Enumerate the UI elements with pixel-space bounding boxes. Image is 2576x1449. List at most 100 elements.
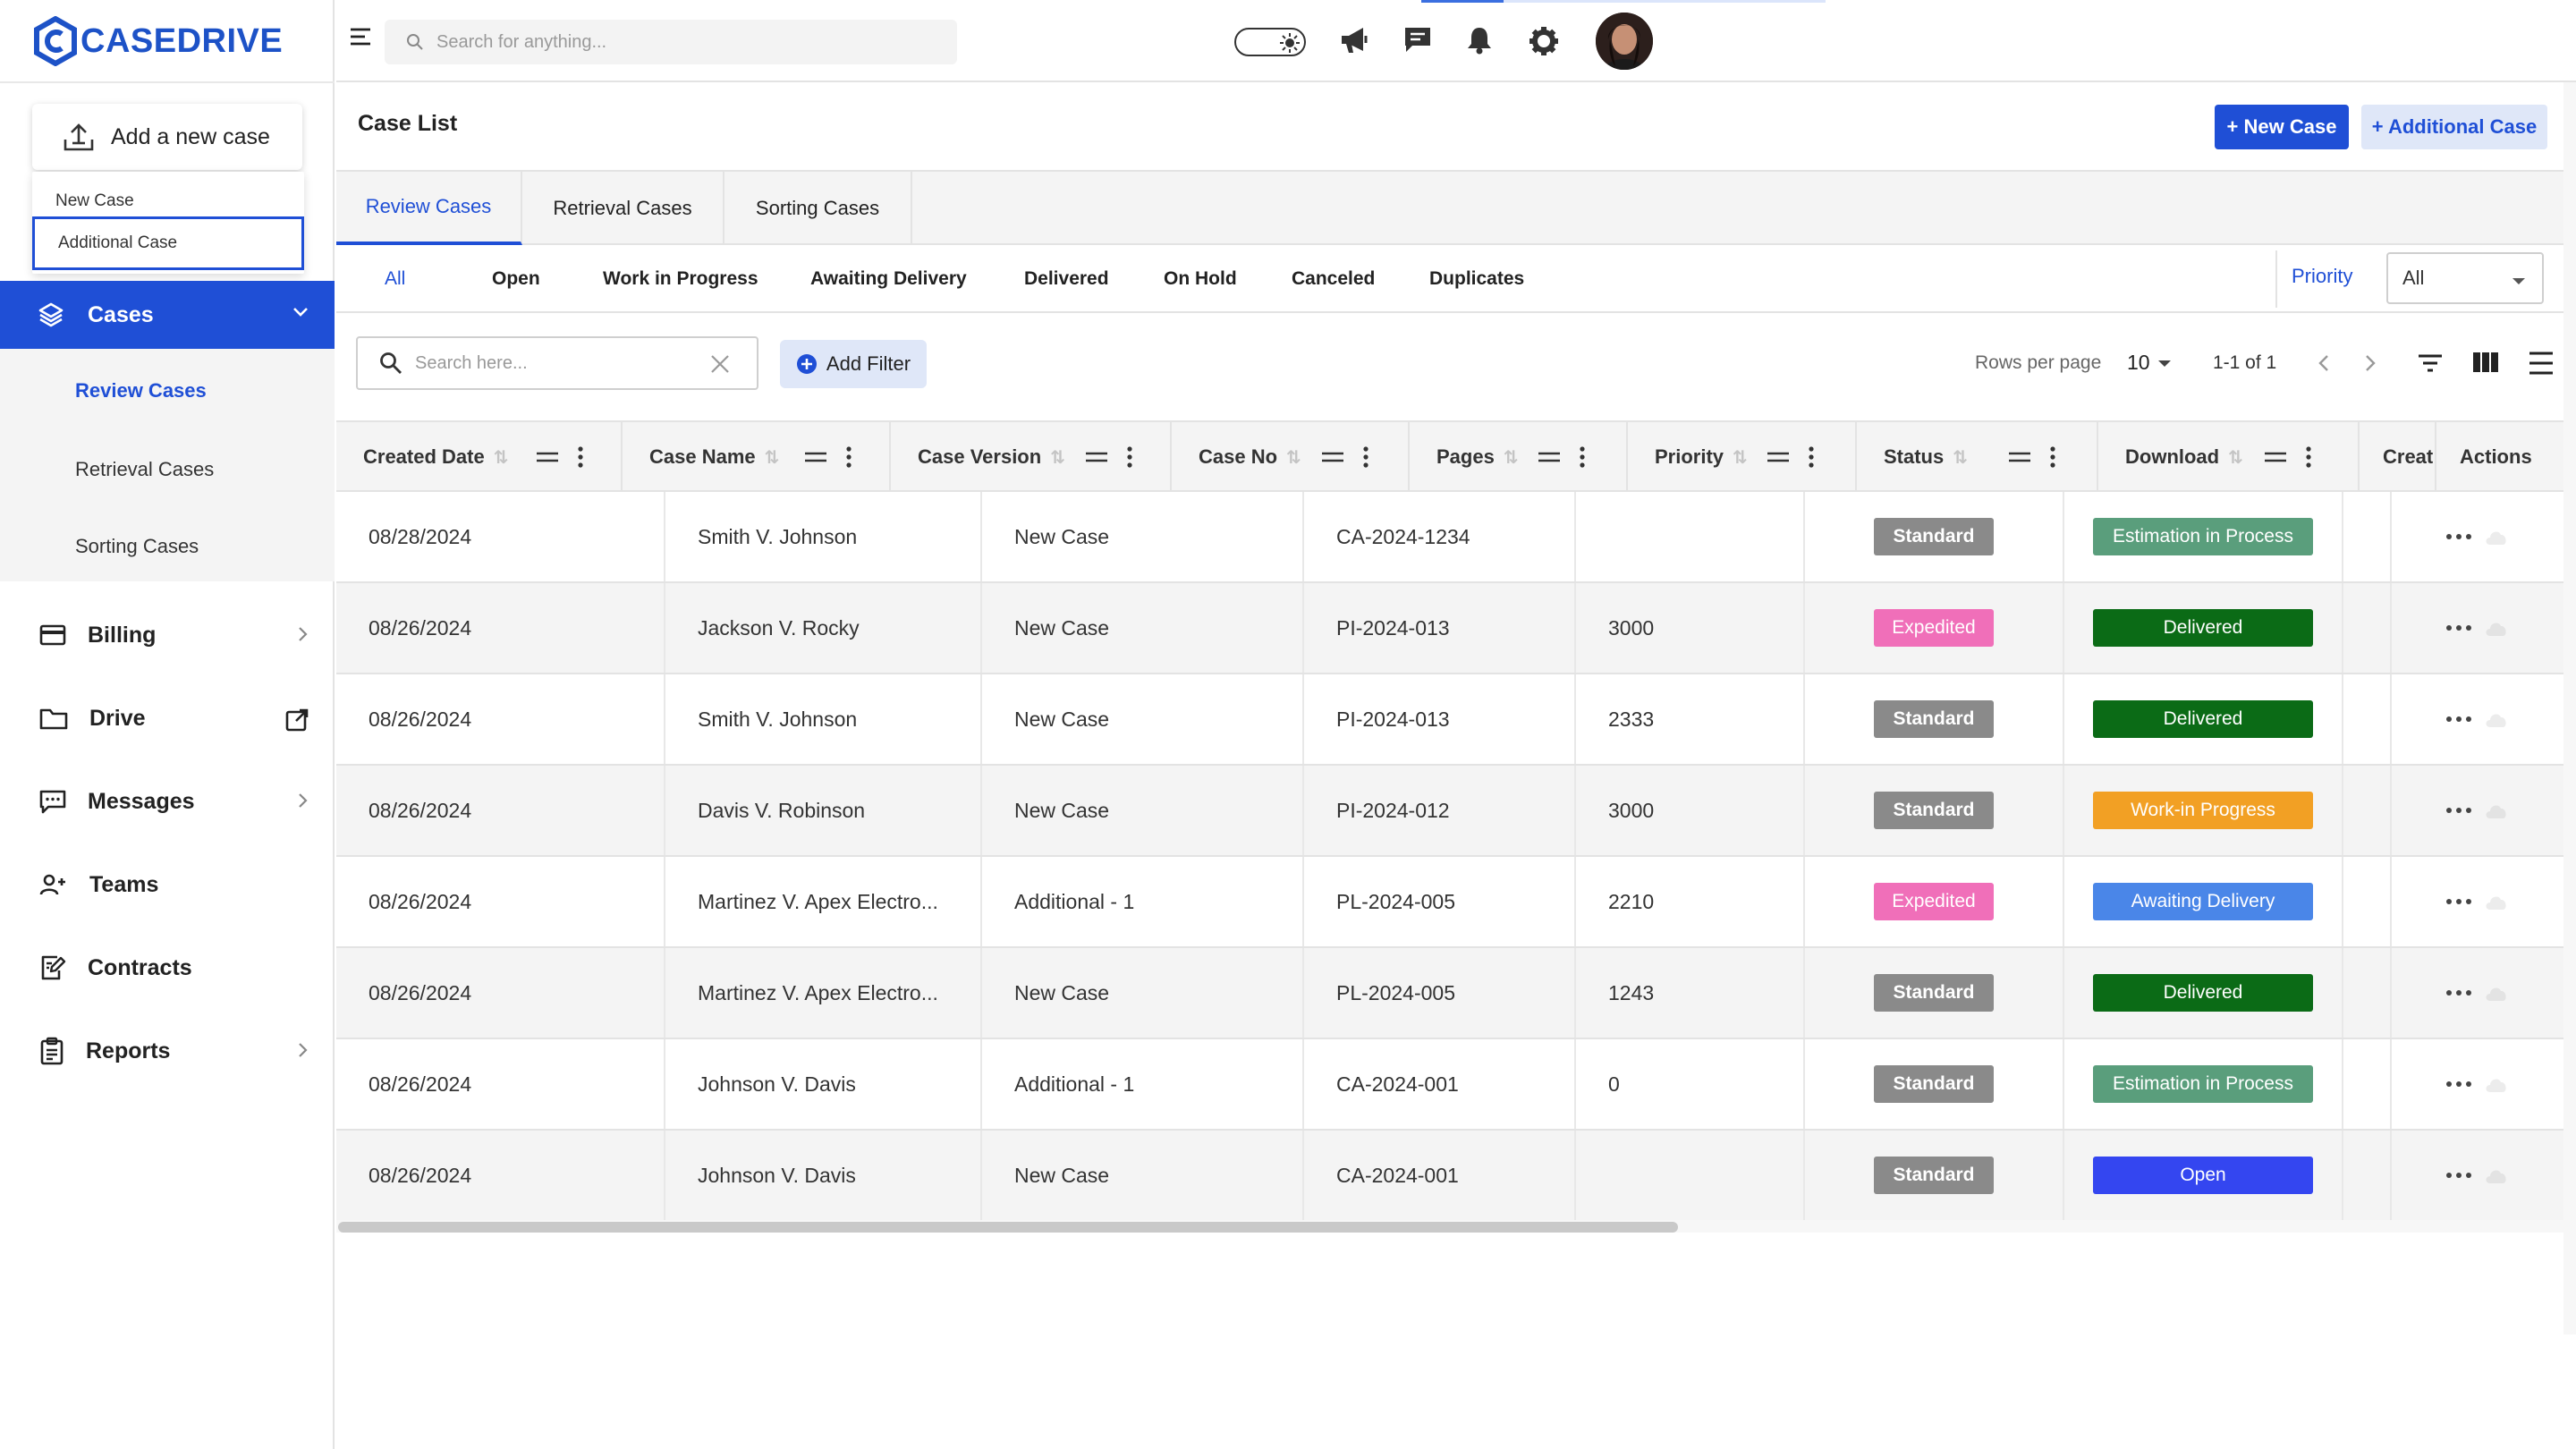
column-header-pages[interactable]: Pages ⇅: [1410, 422, 1628, 492]
column-menu-icon[interactable]: [846, 446, 852, 468]
sidebar-item-messages[interactable]: Messages: [0, 775, 335, 828]
table-search-box[interactable]: [356, 336, 758, 390]
priority-filter-select[interactable]: All: [2386, 252, 2544, 304]
tab-retrieval-cases[interactable]: Retrieval Cases: [522, 172, 724, 245]
status-badge[interactable]: Delivered: [2093, 700, 2313, 738]
menu-item-additional-case[interactable]: Additional Case: [32, 216, 304, 270]
more-options-icon[interactable]: [2445, 807, 2472, 814]
more-options-icon[interactable]: [2445, 533, 2472, 540]
column-menu-icon[interactable]: [1363, 446, 1368, 468]
bell-icon[interactable]: [1465, 25, 1494, 55]
cloud-download-icon[interactable]: [2483, 1074, 2510, 1094]
table-row[interactable]: 08/26/2024 Jackson V. Rocky New Case PI-202…: [336, 583, 2563, 674]
sidebar-item-teams[interactable]: Teams: [0, 858, 335, 911]
table-row[interactable]: 08/26/2024 Smith V. Johnson New Case PI-202…: [336, 674, 2563, 766]
sort-icon[interactable]: ⇅: [1050, 446, 1065, 469]
column-resize-icon[interactable]: [2009, 451, 2030, 463]
table-row[interactable]: 08/26/2024 Martinez V. Apex Electro... New…: [336, 948, 2563, 1039]
cloud-download-icon[interactable]: [2483, 801, 2510, 820]
column-menu-icon[interactable]: [2306, 446, 2311, 468]
sort-icon[interactable]: ⇅: [1504, 446, 1519, 469]
chat-icon[interactable]: [1402, 25, 1433, 55]
cloud-download-icon[interactable]: [2483, 618, 2510, 638]
gear-icon[interactable]: [1528, 25, 1560, 57]
sidebar-item-drive[interactable]: Drive: [0, 691, 335, 745]
sort-icon[interactable]: ⇅: [1286, 446, 1301, 469]
tab-review-cases[interactable]: Review Cases: [336, 172, 522, 245]
column-header-status[interactable]: Status ⇅: [1857, 422, 2098, 492]
status-badge[interactable]: Delivered: [2093, 974, 2313, 1012]
column-resize-icon[interactable]: [805, 451, 826, 463]
column-menu-icon[interactable]: [578, 446, 583, 468]
global-search-input[interactable]: [436, 31, 937, 53]
sidebar-item-reports[interactable]: Reports: [0, 1024, 335, 1078]
external-link-icon[interactable]: [284, 708, 309, 733]
sort-icon[interactable]: ⇅: [1733, 446, 1748, 469]
add-filter-button[interactable]: Add Filter: [780, 340, 927, 388]
column-resize-icon[interactable]: [1322, 451, 1343, 463]
more-options-icon[interactable]: [2445, 898, 2472, 905]
more-options-icon[interactable]: [2445, 1172, 2472, 1179]
more-options-icon[interactable]: [2445, 989, 2472, 996]
column-resize-icon[interactable]: [1538, 451, 1560, 463]
sort-icon[interactable]: ⇅: [494, 446, 509, 469]
status-badge[interactable]: Work-in Progress: [2093, 792, 2313, 829]
cloud-download-icon[interactable]: [2483, 709, 2510, 729]
status-badge[interactable]: Delivered: [2093, 609, 2313, 647]
filter-lines-icon[interactable]: [2417, 352, 2444, 374]
user-avatar[interactable]: [1596, 13, 1653, 70]
status-filter-open[interactable]: Open: [492, 268, 540, 290]
chevron-right-icon[interactable]: [2363, 352, 2377, 374]
tab-sorting-cases[interactable]: Sorting Cases: [724, 172, 912, 245]
column-header-case-version[interactable]: Case Version ⇅: [891, 422, 1172, 492]
sidebar-subitem-review-cases[interactable]: Review Cases: [75, 379, 207, 402]
status-filter-work-in-progress[interactable]: Work in Progress: [603, 268, 758, 290]
sidebar-subitem-retrieval-cases[interactable]: Retrieval Cases: [75, 458, 214, 481]
more-options-icon[interactable]: [2445, 1080, 2472, 1088]
more-options-icon[interactable]: [2445, 716, 2472, 723]
sidebar-item-cases[interactable]: Cases: [0, 281, 335, 349]
vertical-scrollbar[interactable]: [2563, 82, 2576, 1335]
app-logo[interactable]: CASEDRIVE: [34, 16, 283, 66]
chevron-left-icon[interactable]: [2317, 352, 2331, 374]
add-new-case-button[interactable]: Add a new case: [32, 104, 302, 170]
table-row[interactable]: 08/26/2024 Johnson V. Davis Additional - 1…: [336, 1039, 2563, 1131]
sidebar-item-contracts[interactable]: Contracts: [0, 941, 335, 995]
more-options-icon[interactable]: [2445, 624, 2472, 631]
sidebar-subitem-sorting-cases[interactable]: Sorting Cases: [75, 535, 199, 558]
column-resize-icon[interactable]: [2265, 451, 2286, 463]
column-menu-icon[interactable]: [1127, 446, 1132, 468]
theme-toggle[interactable]: [1234, 28, 1306, 56]
column-header-case-no[interactable]: Case No ⇅: [1172, 422, 1410, 492]
table-row[interactable]: 08/28/2024 Smith V. Johnson New Case CA-202…: [336, 492, 2563, 583]
rows-per-page-value[interactable]: 10: [2127, 351, 2150, 375]
status-filter-awaiting-delivery[interactable]: Awaiting Delivery: [810, 268, 967, 290]
column-resize-icon[interactable]: [537, 451, 558, 463]
status-filter-delivered[interactable]: Delivered: [1024, 268, 1109, 290]
megaphone-icon[interactable]: [1338, 25, 1370, 55]
status-filter-canceled[interactable]: Canceled: [1292, 268, 1375, 290]
cloud-download-icon[interactable]: [2483, 527, 2510, 547]
caret-down-icon[interactable]: [2157, 360, 2172, 368]
column-resize-icon[interactable]: [1086, 451, 1107, 463]
status-filter-all[interactable]: All: [385, 268, 405, 290]
table-search-input[interactable]: [415, 352, 701, 374]
sidebar-item-billing[interactable]: Billing: [0, 608, 335, 662]
global-search-box[interactable]: [385, 20, 957, 64]
sort-icon[interactable]: ⇅: [2228, 446, 2243, 469]
column-header-priority[interactable]: Priority ⇅: [1628, 422, 1857, 492]
new-case-button[interactable]: + New Case: [2215, 105, 2349, 149]
status-filter-on-hold[interactable]: On Hold: [1164, 268, 1237, 290]
additional-case-button[interactable]: + Additional Case: [2361, 105, 2547, 149]
table-row[interactable]: 08/26/2024 Johnson V. Davis New Case CA-202…: [336, 1131, 2563, 1222]
status-badge[interactable]: Estimation in Process: [2093, 1065, 2313, 1103]
column-menu-icon[interactable]: [2050, 446, 2055, 468]
column-menu-icon[interactable]: [1580, 446, 1585, 468]
columns-icon[interactable]: [2472, 351, 2499, 374]
column-resize-icon[interactable]: [1767, 451, 1789, 463]
cloud-download-icon[interactable]: [2483, 983, 2510, 1003]
sort-icon[interactable]: ⇅: [1953, 446, 1968, 469]
status-badge[interactable]: Awaiting Delivery: [2093, 883, 2313, 920]
hamburger-menu-icon[interactable]: [349, 27, 372, 47]
column-menu-icon[interactable]: [1809, 446, 1814, 468]
